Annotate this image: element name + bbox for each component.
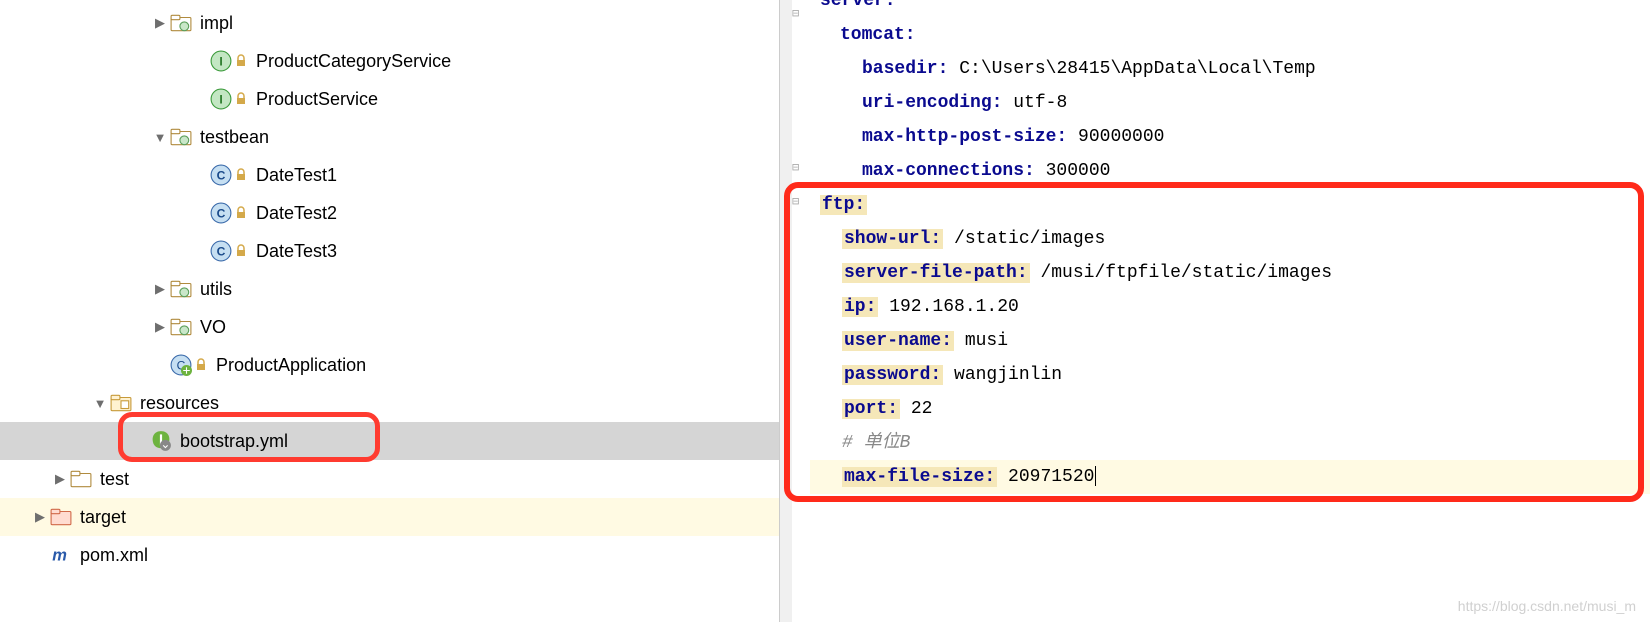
class-icon: C	[210, 202, 232, 224]
fold-icon[interactable]: ⊟	[792, 160, 806, 174]
svg-text:I: I	[219, 54, 222, 68]
folder-icon	[170, 126, 192, 148]
tree-folder-test[interactable]: ▶ test	[0, 460, 779, 498]
folder-icon	[170, 12, 192, 34]
chevron-right-icon: ▶	[30, 509, 50, 525]
tree-label: target	[80, 507, 126, 528]
tree-label: resources	[140, 393, 219, 414]
tree-label: utils	[200, 279, 232, 300]
code-line[interactable]: show-url: /static/images	[810, 222, 1650, 256]
code-line[interactable]: tomcat:	[810, 18, 1650, 52]
tree-label: DateTest1	[256, 165, 337, 186]
folder-icon	[70, 468, 92, 490]
code-line[interactable]: ftp:	[810, 188, 1650, 222]
maven-icon: m	[50, 544, 72, 566]
chevron-right-icon: ▶	[150, 319, 170, 335]
tree-label: impl	[200, 13, 233, 34]
tree-interface-productcategoryservice[interactable]: ▶ I ProductCategoryService	[0, 42, 779, 80]
tree-file-pom-xml[interactable]: ▶ m pom.xml	[0, 536, 779, 574]
project-tree-panel: ▶ impl ▶ I ProductCategoryService ▶ I Pr…	[0, 0, 780, 622]
tree-class-datetest1[interactable]: ▶ C DateTest1	[0, 156, 779, 194]
chevron-down-icon: ▼	[90, 396, 110, 411]
lock-icon	[234, 202, 248, 224]
tree-label: ProductCategoryService	[256, 51, 451, 72]
lock-icon	[234, 240, 248, 262]
svg-text:C: C	[217, 206, 226, 220]
code-editor[interactable]: ⊟ ⊟ ⊟ server: tomcat: basedir: C:\Users\…	[780, 0, 1650, 622]
svg-text:m: m	[52, 547, 67, 565]
lock-icon	[234, 164, 248, 186]
class-icon: C	[210, 240, 232, 262]
project-tree[interactable]: ▶ impl ▶ I ProductCategoryService ▶ I Pr…	[0, 0, 779, 574]
code-line[interactable]: server:	[810, 0, 1650, 18]
tree-file-bootstrap-yml[interactable]: ▶ bootstrap.yml	[0, 422, 779, 460]
code-line[interactable]: # 单位B	[810, 426, 1650, 460]
code-line[interactable]: max-http-post-size: 90000000	[810, 120, 1650, 154]
svg-text:C: C	[217, 244, 226, 258]
svg-text:I: I	[219, 92, 222, 106]
fold-icon[interactable]: ⊟	[792, 6, 806, 20]
tree-label: bootstrap.yml	[180, 431, 288, 452]
code-line[interactable]: max-file-size: 20971520	[810, 460, 1650, 494]
tree-label: VO	[200, 317, 226, 338]
tree-label: pom.xml	[80, 545, 148, 566]
lock-icon	[234, 50, 248, 72]
spring-boot-icon: C	[170, 354, 192, 376]
tree-label: DateTest2	[256, 203, 337, 224]
watermark-text: https://blog.csdn.net/musi_m	[1458, 598, 1636, 614]
tree-label: DateTest3	[256, 241, 337, 262]
text-cursor	[1095, 466, 1096, 486]
folder-icon	[170, 316, 192, 338]
fold-icon[interactable]: ⊟	[792, 194, 806, 208]
tree-folder-testbean[interactable]: ▼ testbean	[0, 118, 779, 156]
folder-icon	[170, 278, 192, 300]
code-line[interactable]: max-connections: 300000	[810, 154, 1650, 188]
code-line[interactable]: uri-encoding: utf-8	[810, 86, 1650, 120]
interface-icon: I	[210, 88, 232, 110]
lock-icon	[234, 88, 248, 110]
interface-icon: I	[210, 50, 232, 72]
tree-folder-target[interactable]: ▶ target	[0, 498, 779, 536]
tree-folder-resources[interactable]: ▼ resources	[0, 384, 779, 422]
tree-folder-vo[interactable]: ▶ VO	[0, 308, 779, 346]
tree-label: testbean	[200, 127, 269, 148]
tree-label: ProductService	[256, 89, 378, 110]
tree-class-productapplication[interactable]: ▶ C ProductApplication	[0, 346, 779, 384]
tree-label: test	[100, 469, 129, 490]
code-line[interactable]: user-name: musi	[810, 324, 1650, 358]
tree-interface-productservice[interactable]: ▶ I ProductService	[0, 80, 779, 118]
svg-text:C: C	[217, 168, 226, 182]
code-line[interactable]: ip: 192.168.1.20	[810, 290, 1650, 324]
chevron-right-icon: ▶	[150, 281, 170, 297]
code-line[interactable]: basedir: C:\Users\28415\AppData\Local\Te…	[810, 52, 1650, 86]
tree-label: ProductApplication	[216, 355, 366, 376]
chevron-right-icon: ▶	[150, 15, 170, 31]
lock-icon	[194, 354, 208, 376]
code-line[interactable]: server-file-path: /musi/ftpfile/static/i…	[810, 256, 1650, 290]
chevron-down-icon: ▼	[150, 130, 170, 145]
tree-folder-impl[interactable]: ▶ impl	[0, 4, 779, 42]
tree-folder-utils[interactable]: ▶ utils	[0, 270, 779, 308]
resources-folder-icon	[110, 392, 132, 414]
code-line[interactable]: port: 22	[810, 392, 1650, 426]
code-line[interactable]: password: wangjinlin	[810, 358, 1650, 392]
tree-class-datetest3[interactable]: ▶ C DateTest3	[0, 232, 779, 270]
tree-class-datetest2[interactable]: ▶ C DateTest2	[0, 194, 779, 232]
spring-config-icon	[150, 430, 172, 452]
target-folder-icon	[50, 506, 72, 528]
chevron-right-icon: ▶	[50, 471, 70, 487]
class-icon: C	[210, 164, 232, 186]
